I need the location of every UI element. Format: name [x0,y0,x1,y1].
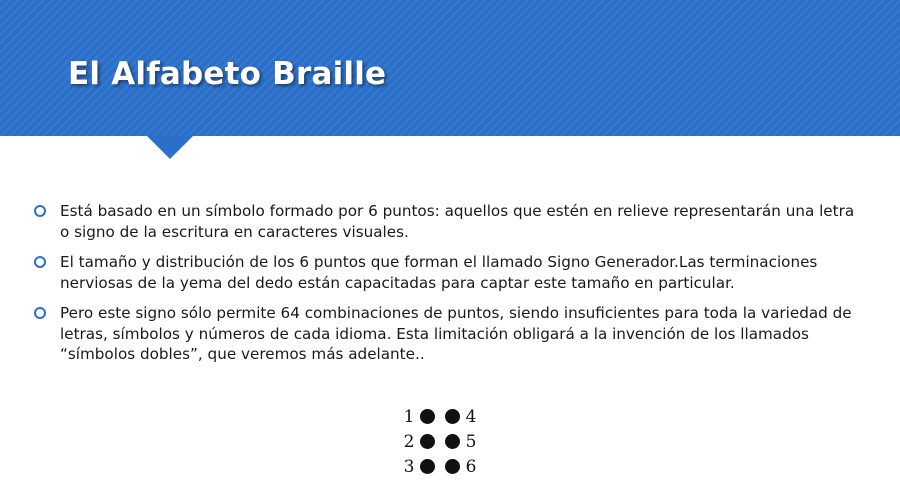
banner-notch [146,135,194,159]
braille-dot-icon [420,459,435,474]
bullet-item: El tamaño y distribución de los 6 puntos… [34,252,864,293]
dot-number-right: 6 [465,456,477,477]
dot-number-right: 4 [465,406,477,427]
circle-bullet-icon [34,307,46,319]
bullet-item: Está basado en un símbolo formado por 6 … [34,201,864,242]
bullet-list: Está basado en un símbolo formado por 6 … [34,201,864,375]
dot-number-right: 5 [465,431,477,452]
braille-row: 2 5 [403,429,477,454]
slide-title: El Alfabeto Braille [68,56,387,92]
circle-bullet-icon [34,205,46,217]
braille-dot-icon [445,409,460,424]
braille-row: 3 6 [403,454,477,479]
bullet-text: El tamaño y distribución de los 6 puntos… [60,253,818,292]
braille-dot-icon [420,409,435,424]
dot-number-left: 3 [403,456,415,477]
dot-number-left: 1 [403,406,415,427]
braille-dot-icon [420,434,435,449]
circle-bullet-icon [34,256,46,268]
braille-cell-diagram: 1 4 2 5 3 6 [403,404,477,479]
braille-row: 1 4 [403,404,477,429]
braille-dot-icon [445,459,460,474]
bullet-item: Pero este signo sólo permite 64 combinac… [34,303,864,365]
braille-dot-icon [445,434,460,449]
bullet-text: Pero este signo sólo permite 64 combinac… [60,304,852,363]
dot-number-left: 2 [403,431,415,452]
bullet-text: Está basado en un símbolo formado por 6 … [60,202,855,241]
